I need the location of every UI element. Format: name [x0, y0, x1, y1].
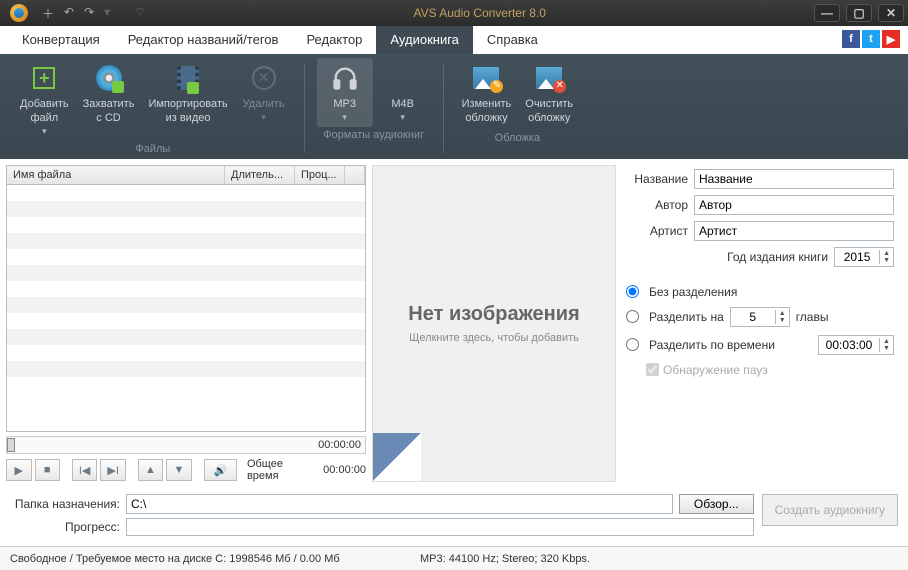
cover-dropzone[interactable]: Нет изображения Щелкните здесь, чтобы до…	[372, 165, 616, 482]
format-m4b-button[interactable]: M4B	[375, 58, 431, 127]
headphones-icon	[329, 62, 361, 94]
chapters-word: главы	[796, 310, 829, 324]
timeline-time: 00:00:00	[318, 439, 361, 451]
tab-convert[interactable]: Конвертация	[8, 26, 114, 54]
quick-undo-icon[interactable]: ↶	[64, 5, 74, 22]
time-input[interactable]	[819, 338, 879, 352]
tab-help[interactable]: Справка	[473, 26, 552, 54]
group-formats-label: Форматы аудиокниг	[323, 127, 424, 145]
delete-icon: ✕	[248, 62, 280, 94]
progress-label: Прогресс:	[10, 520, 120, 534]
grab-cd-button[interactable]: Захватить с CD	[77, 58, 141, 141]
group-files-label: Файлы	[135, 141, 170, 159]
timeline-slider[interactable]: 00:00:00	[6, 436, 366, 454]
delete-button: ✕ Удалить	[236, 58, 292, 141]
status-format: MP3: 44100 Hz; Stereo; 320 Kbps.	[420, 553, 590, 565]
progress-bar	[126, 518, 754, 536]
quick-add-icon[interactable]: ＋	[42, 5, 54, 22]
chapters-input[interactable]	[731, 310, 775, 324]
window-title: AVS Audio Converter 8.0	[145, 6, 814, 20]
file-list[interactable]: Имя файла Длитель... Проц...	[6, 165, 366, 432]
plus-icon: +	[28, 62, 60, 94]
app-icon	[10, 4, 28, 22]
cover-delete-icon: ✕	[533, 62, 565, 94]
title-label: Название	[622, 172, 688, 186]
close-button[interactable]: ✕	[878, 4, 904, 22]
add-file-button[interactable]: + Добавить файл	[14, 58, 75, 141]
play-button[interactable]: ▶	[6, 459, 32, 481]
youtube-icon[interactable]: ▶	[882, 30, 900, 48]
title-input[interactable]	[694, 169, 894, 189]
no-image-label: Нет изображения	[408, 303, 579, 326]
detect-pause-label: Обнаружение пауз	[663, 363, 768, 377]
radio-split-chapters[interactable]	[626, 310, 639, 323]
chapters-spinner[interactable]: ▲▼	[730, 307, 790, 327]
wifi-icon: ⌔	[134, 5, 145, 22]
volume-button[interactable]: 🔊	[204, 459, 237, 481]
dest-input[interactable]	[126, 494, 673, 514]
fold-corner-icon	[373, 433, 421, 481]
status-disk: Свободное / Требуемое место на диске C: …	[10, 553, 340, 565]
next-button[interactable]: ▶I	[100, 459, 126, 481]
tab-audiobook[interactable]: Аудиокнига	[376, 26, 473, 54]
no-split-label: Без разделения	[649, 285, 737, 299]
prev-button[interactable]: I◀	[72, 459, 98, 481]
author-label: Автор	[622, 198, 688, 212]
maximize-button[interactable]: ▢	[846, 4, 872, 22]
detect-pause-checkbox	[646, 363, 659, 376]
tab-editor[interactable]: Редактор	[292, 26, 376, 54]
titlebar: ＋ ↶ ↷ ▾ ⌔ AVS Audio Converter 8.0 — ▢ ✕	[0, 0, 908, 26]
move-up-button[interactable]: ▲	[138, 459, 164, 481]
col-process[interactable]: Проц...	[295, 166, 345, 184]
col-filename[interactable]: Имя файла	[7, 166, 225, 184]
split-chapters-label: Разделить на	[649, 310, 724, 324]
quick-more-icon[interactable]: ▾	[104, 5, 110, 22]
stop-button[interactable]: ■	[35, 459, 61, 481]
year-spinner[interactable]: ▲▼	[834, 247, 894, 267]
file-rows	[7, 185, 365, 397]
timeline-knob[interactable]	[7, 438, 15, 452]
import-video-button[interactable]: Импортировать из видео	[142, 58, 233, 141]
radio-no-split[interactable]	[626, 285, 639, 298]
col-extra[interactable]	[345, 166, 365, 184]
col-duration[interactable]: Длитель...	[225, 166, 295, 184]
total-time-value: 00:00:00	[323, 464, 366, 476]
split-time-label: Разделить по времени	[649, 338, 775, 352]
artist-input[interactable]	[694, 221, 894, 241]
ribbon: + Добавить файл Захватить с CD Импортиро…	[0, 54, 908, 159]
cover-edit-icon: ✎	[470, 62, 502, 94]
author-input[interactable]	[694, 195, 894, 215]
quick-redo-icon[interactable]: ↷	[84, 5, 94, 22]
file-list-header: Имя файла Длитель... Проц...	[7, 166, 365, 185]
year-label: Год издания книги	[727, 250, 828, 264]
time-spinner[interactable]: ▲▼	[818, 335, 894, 355]
click-hint-label: Щелкните здесь, чтобы добавить	[409, 332, 579, 344]
total-time-label: Общее время	[247, 458, 316, 482]
menu-tabs: Конвертация Редактор названий/тегов Реда…	[0, 26, 908, 54]
move-down-button[interactable]: ▼	[166, 459, 192, 481]
twitter-icon[interactable]: t	[862, 30, 880, 48]
year-up[interactable]: ▲	[880, 250, 893, 257]
apple-icon	[387, 62, 419, 94]
browse-button[interactable]: Обзор...	[679, 494, 754, 514]
minimize-button[interactable]: —	[814, 4, 840, 22]
facebook-icon[interactable]: f	[842, 30, 860, 48]
year-input[interactable]	[835, 250, 879, 264]
year-down[interactable]: ▼	[880, 257, 893, 264]
create-audiobook-button: Создать аудиокнигу	[762, 494, 898, 526]
artist-label: Артист	[622, 224, 688, 238]
film-icon	[172, 62, 204, 94]
format-mp3-button[interactable]: MP3	[317, 58, 373, 127]
dest-label: Папка назначения:	[10, 497, 120, 511]
cd-icon	[93, 62, 125, 94]
change-cover-button[interactable]: ✎ Изменить обложку	[456, 58, 518, 130]
tab-tag-editor[interactable]: Редактор названий/тегов	[114, 26, 293, 54]
clear-cover-button[interactable]: ✕ Очистить обложку	[519, 58, 579, 130]
radio-split-time[interactable]	[626, 338, 639, 351]
statusbar: Свободное / Требуемое место на диске C: …	[0, 546, 908, 570]
group-cover-label: Обложка	[495, 130, 540, 148]
